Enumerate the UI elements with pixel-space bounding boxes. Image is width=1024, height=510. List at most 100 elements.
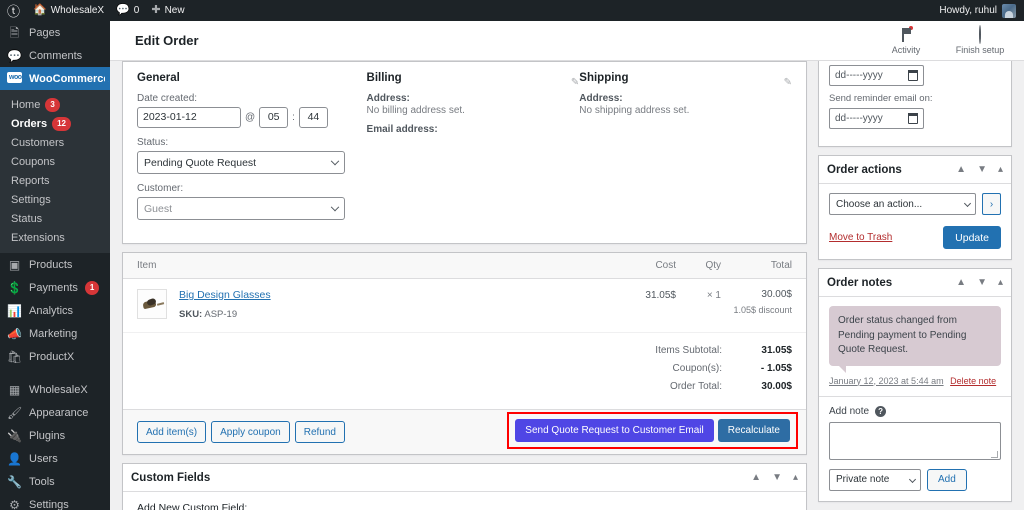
minute-input[interactable]: 44 — [298, 107, 328, 128]
sidebar-item-marketing[interactable]: 📣 Marketing — [0, 322, 110, 345]
custom-fields-title: Custom Fields — [131, 471, 211, 484]
sidebar-subitem-customers[interactable]: Customers — [0, 133, 110, 152]
sidebar-subitem-label: Settings — [11, 193, 51, 206]
help-icon[interactable]: ? — [875, 405, 887, 417]
sidebar-subitem-reports[interactable]: Reports — [0, 171, 110, 190]
plus-icon: ✚ — [151, 4, 161, 16]
home-icon: 🏠 — [33, 4, 47, 16]
edit-billing-pencil-icon[interactable]: ✎ — [571, 77, 579, 88]
update-button[interactable]: Update — [943, 226, 1001, 249]
reminder-label: Send reminder email on: — [829, 93, 933, 104]
product-link[interactable]: Big Design Glasses — [179, 289, 606, 301]
table-row[interactable]: Big Design Glasses SKU: ASP-19 31.05$ × … — [123, 279, 806, 333]
wordpress-logo-icon[interactable]: ⓣ — [0, 0, 27, 21]
add-items-button[interactable]: Add item(s) — [137, 421, 207, 443]
sidebar-item-label: Comments — [29, 49, 83, 62]
items-subtotal-label: Items Subtotal: — [655, 345, 722, 356]
site-name-label: WholesaleX — [50, 5, 105, 16]
sidebar-subitem-orders[interactable]: Orders 12 — [0, 114, 110, 133]
sidebar-item-payments[interactable]: 💲 Payments 1 — [0, 276, 110, 299]
sidebar-item-products[interactable]: ▣ Products — [0, 253, 110, 276]
customer-select[interactable]: Guest — [137, 197, 345, 220]
list-item: Order status changed from Pending paymen… — [829, 306, 1001, 372]
chevron-down-icon — [963, 199, 972, 208]
delete-note-link[interactable]: Delete note — [950, 376, 996, 386]
sidebar-item-appearance[interactable]: 🖌 Appearance — [0, 401, 110, 424]
move-up-icon[interactable]: ▲ — [751, 472, 761, 483]
users-icon: 👤 — [7, 451, 22, 466]
sidebar-subitem-extensions[interactable]: Extensions — [0, 228, 110, 247]
date-created-input[interactable]: 2023-01-12 — [137, 107, 241, 128]
sidebar-item-users[interactable]: 👤 Users — [0, 447, 110, 470]
quote-expiry-date-input[interactable]: dd-----yyyy — [829, 65, 924, 86]
activity-button[interactable]: Activity — [878, 25, 934, 55]
add-note-textarea[interactable] — [829, 421, 1001, 460]
collapse-icon[interactable]: ▴ — [998, 277, 1003, 288]
woocommerce-submenu[interactable]: Home 3 Orders 12 Customers Coupons Repor… — [0, 90, 110, 253]
refund-button[interactable]: Refund — [294, 421, 345, 443]
order-total-value: 30.00$ — [761, 381, 792, 392]
move-down-icon[interactable]: ▼ — [977, 164, 987, 175]
calendar-icon[interactable] — [907, 112, 918, 124]
send-quote-request-button[interactable]: Send Quote Request to Customer Email — [515, 419, 714, 442]
sidebar-subitem-home[interactable]: Home 3 — [0, 95, 110, 114]
edit-shipping-pencil-icon[interactable]: ✎ — [784, 77, 792, 88]
comments-bubble[interactable]: 💬 0 — [110, 0, 145, 21]
main-column: General Date created: 2023-01-12 @ 05 : … — [122, 61, 807, 510]
sidebar-item-label: Payments — [29, 281, 78, 294]
move-up-icon[interactable]: ▲ — [956, 277, 966, 288]
sidebar-item-tools[interactable]: 🔧 Tools — [0, 470, 110, 493]
status-label: Status: — [137, 137, 169, 148]
payments-icon: 💲 — [7, 280, 22, 295]
settings-icon: ⚙ — [9, 497, 20, 510]
woocommerce-icon: woo — [7, 72, 22, 83]
order-notes-title: Order notes — [827, 276, 893, 289]
item-name-cell: Big Design Glasses SKU: ASP-19 — [179, 289, 606, 320]
sidebar-item-wholesalex[interactable]: ▦ WholesaleX — [0, 378, 110, 401]
sidebar-item-analytics[interactable]: 📊 Analytics — [0, 299, 110, 322]
move-down-icon[interactable]: ▼ — [977, 277, 987, 288]
sidebar-item-woocommerce[interactable]: woo WooCommerce — [0, 67, 110, 90]
apply-action-button[interactable]: › — [982, 193, 1001, 215]
order-actions-body: Choose an action... › Move to Trash Upda… — [819, 184, 1011, 259]
sidebar-subitem-coupons[interactable]: Coupons — [0, 152, 110, 171]
shipping-heading-row: Shipping ✎ — [579, 72, 792, 93]
sidebar-item-plugins[interactable]: 🔌 Plugins — [0, 424, 110, 447]
order-action-select[interactable]: Choose an action... — [829, 193, 976, 215]
sku-label: SKU: — [179, 309, 203, 320]
item-actions-bar: Add item(s) Apply coupon Refund Send Quo… — [123, 409, 806, 454]
sidebar-item-pages[interactable]: 🗎 Pages — [0, 21, 110, 44]
products-icon: ▣ — [8, 257, 21, 272]
my-account-menu[interactable]: Howdy, ruhul — [939, 3, 1024, 18]
calendar-icon[interactable] — [907, 69, 918, 81]
divider — [819, 395, 1011, 397]
apply-coupon-button[interactable]: Apply coupon — [211, 421, 290, 443]
status-select[interactable]: Pending Quote Request — [137, 151, 345, 174]
move-down-icon[interactable]: ▼ — [772, 472, 782, 483]
hour-input[interactable]: 05 — [259, 107, 289, 128]
sidebar-divider — [0, 368, 110, 378]
collapse-icon[interactable]: ▴ — [793, 472, 798, 483]
new-content-menu[interactable]: ✚ New — [145, 0, 190, 21]
admin-sidebar[interactable]: 🗎 Pages 💬 Comments woo WooCommerce Home … — [0, 21, 110, 510]
note-meta: January 12, 2023 at 5:44 am Delete note — [829, 376, 1001, 386]
sidebar-subitem-label: Home — [11, 98, 41, 111]
coupons-label: Coupon(s): — [672, 363, 722, 374]
move-up-icon[interactable]: ▲ — [956, 164, 966, 175]
sidebar-item-label: Products — [29, 258, 73, 271]
chevron-down-icon — [330, 156, 340, 165]
sidebar-item-settings[interactable]: ⚙ Settings — [0, 493, 110, 510]
recalculate-button[interactable]: Recalculate — [717, 419, 790, 442]
note-type-select[interactable]: Private note — [829, 468, 921, 491]
add-note-button[interactable]: Add — [927, 468, 967, 491]
reminder-date-input[interactable]: dd-----yyyy — [829, 108, 924, 129]
finish-setup-button[interactable]: Finish setup — [952, 24, 1008, 55]
site-name-menu[interactable]: 🏠 WholesaleX — [27, 0, 110, 21]
move-to-trash-link[interactable]: Move to Trash — [829, 232, 892, 243]
marketing-icon: 📣 — [7, 326, 22, 341]
sidebar-subitem-settings[interactable]: Settings — [0, 190, 110, 209]
sidebar-subitem-status[interactable]: Status — [0, 209, 110, 228]
collapse-icon[interactable]: ▴ — [998, 164, 1003, 175]
sidebar-item-comments[interactable]: 💬 Comments — [0, 44, 110, 67]
sidebar-item-productx[interactable]: 🛍 ProductX — [0, 345, 110, 368]
